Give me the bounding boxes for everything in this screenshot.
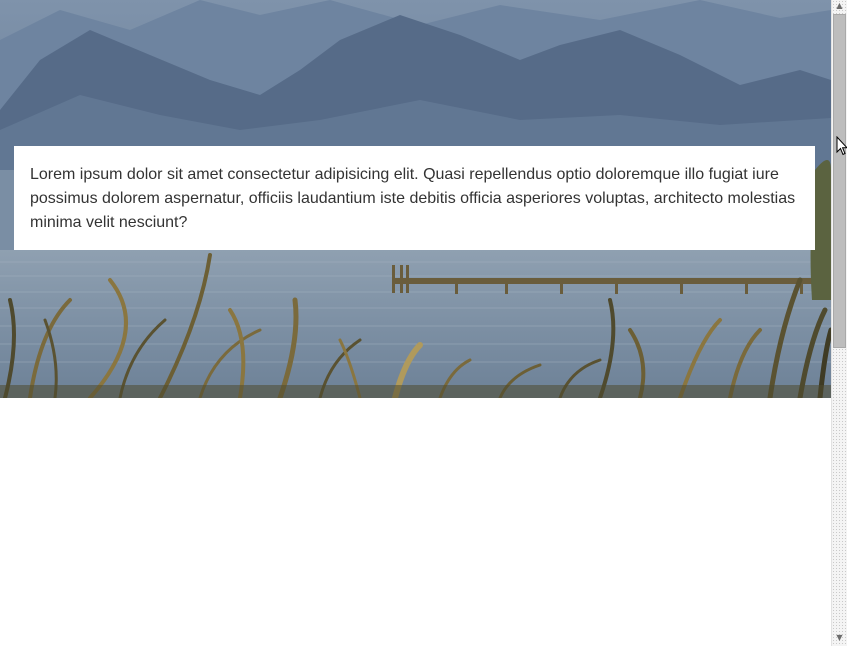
scroll-down-arrow-icon[interactable]: ▼ xyxy=(832,632,847,644)
hero-paragraph: Lorem ipsum dolor sit amet consectetur a… xyxy=(30,166,796,231)
scrollbar-thumb[interactable] xyxy=(833,14,846,348)
text-card: Lorem ipsum dolor sit amet consectetur a… xyxy=(14,146,815,250)
page-viewport: Lorem ipsum dolor sit amet consectetur a… xyxy=(0,0,831,646)
hero-section: Lorem ipsum dolor sit amet consectetur a… xyxy=(0,0,831,398)
vertical-scrollbar[interactable]: ▲ ▼ xyxy=(831,0,847,646)
scroll-up-arrow-icon[interactable]: ▲ xyxy=(832,0,847,12)
mouse-pointer-icon xyxy=(836,136,847,156)
